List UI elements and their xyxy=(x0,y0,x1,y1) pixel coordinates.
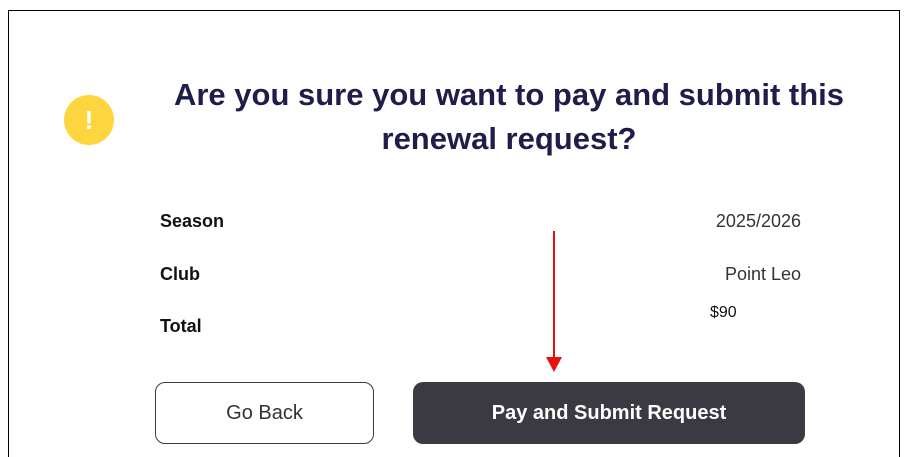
club-value: Point Leo xyxy=(724,264,801,284)
dialog-title: Are you sure you want to pay and submit … xyxy=(173,77,845,156)
exclamation-circle-icon: ! xyxy=(64,95,114,145)
annotation-arrow-shaft xyxy=(553,231,555,359)
season-value: 2025/2026 xyxy=(715,211,801,231)
total-value: $90 xyxy=(710,304,737,321)
go-back-button[interactable]: Go Back xyxy=(155,382,374,444)
annotation-arrow-head-icon xyxy=(546,357,562,372)
club-label: Club xyxy=(160,264,200,284)
season-label: Season xyxy=(160,211,225,231)
exclamation-glyph: ! xyxy=(84,105,94,135)
total-label: Total xyxy=(160,316,202,336)
pay-and-submit-button[interactable]: Pay and Submit Request xyxy=(413,382,805,444)
